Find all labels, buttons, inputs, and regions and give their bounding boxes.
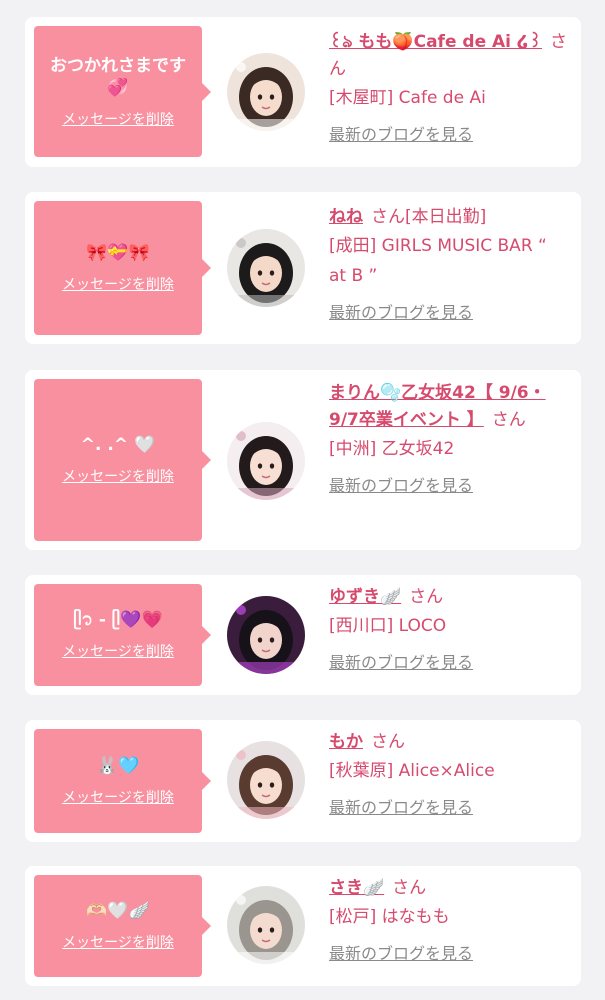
message-list: おつかれさまです💞 メッセージを削除 ꒰ঌ もも🍑Cafe de Ai ໒꒱ さん [木… — [0, 0, 605, 1000]
shop-name: [西川口] LOCO — [329, 616, 447, 636]
shop-name: [木屋町] Cafe de Ai — [329, 88, 486, 108]
message-card: 🫶🏻🤍🪽 メッセージを削除 さき🪽 さん [松戸] はなもも最新のブログを見る — [25, 866, 581, 986]
shop-name: [松戸] はなもも — [329, 907, 450, 927]
message-text: 🫶🏻🤍🪽 — [86, 901, 150, 921]
avatar[interactable] — [227, 886, 305, 964]
delete-message-link[interactable]: メッセージを削除 — [62, 109, 174, 129]
latest-blog-link[interactable]: 最新のブログを見る — [329, 299, 473, 323]
honorific: さん — [491, 410, 526, 430]
message-card: 🐰🩵 メッセージを削除 もか さん [秋葉原] Alice×Alice 最新のブログを見る — [25, 720, 581, 842]
shop-name: [中洲] 乙女坂42 — [329, 439, 455, 459]
message-card: ^. .^ 🤍 メッセージを削除 まりん🫧乙女坂42【 9/6・9/7卒業イベント … — [25, 370, 581, 550]
message-card: おつかれさまです💞 メッセージを削除 ꒰ঌ もも🍑Cafe de Ai ໒꒱ さん [木… — [25, 17, 581, 167]
delete-message-link[interactable]: メッセージを削除 — [62, 932, 174, 952]
honorific: さん — [409, 587, 444, 607]
cast-name-link[interactable]: さき🪽 — [329, 878, 384, 898]
avatar[interactable] — [227, 596, 305, 674]
delete-message-link[interactable]: メッセージを削除 — [62, 641, 174, 661]
cast-status: [本日出勤] — [405, 207, 487, 227]
cast-name-link[interactable]: ゆずき🪽 — [329, 587, 401, 607]
cast-name-line: まりん🫧乙女坂42【 9/6・9/7卒業イベント 】さん — [329, 380, 569, 434]
latest-blog-link[interactable]: 最新のブログを見る — [329, 649, 473, 673]
message-text: 🐰🩵 — [96, 756, 140, 776]
avatar[interactable] — [227, 422, 305, 500]
shop-name: [秋葉原] Alice×Alice — [329, 761, 495, 781]
avatar[interactable] — [227, 53, 305, 131]
message-card: ᥫ᭡ - ᥫ💜💗 メッセージを削除 ゆずき🪽 さん [西川口] LOCO 最新のブログを見… — [25, 575, 581, 695]
latest-blog-link[interactable]: 最新のブログを見る — [329, 472, 473, 496]
message-bubble: 🎀💝🎀 メッセージを削除 — [34, 201, 211, 335]
avatar[interactable] — [227, 741, 305, 819]
delete-message-link[interactable]: メッセージを削除 — [62, 466, 174, 486]
latest-blog-link[interactable]: 最新のブログを見る — [329, 121, 473, 145]
cast-name-line: ゆずき🪽 さん — [329, 584, 569, 611]
message-bubble: 🐰🩵 メッセージを削除 — [34, 729, 211, 833]
cast-info: ゆずき🪽 さん [西川口] LOCO 最新のブログを見る — [329, 584, 569, 673]
latest-blog-link[interactable]: 最新のブログを見る — [329, 940, 473, 964]
cast-info: ねね さん[本日出勤] [成田] GIRLS MUSIC BAR “ at B ” 最… — [329, 204, 569, 323]
message-bubble: おつかれさまです💞 メッセージを削除 — [34, 26, 211, 157]
latest-blog-link[interactable]: 最新のブログを見る — [329, 794, 473, 818]
girl-avatar-gray-hair-icon — [227, 886, 305, 964]
girl-avatar-cat-ears-icon — [227, 53, 305, 131]
message-text: おつかれさまです💞 — [50, 55, 186, 98]
cast-name-line: さき🪽 さん — [329, 875, 569, 902]
delete-message-link[interactable]: メッセージを削除 — [62, 787, 174, 807]
girl-avatar-neon-icon — [227, 596, 305, 674]
cast-name-line: もか さん — [329, 729, 569, 756]
delete-message-link[interactable]: メッセージを削除 — [62, 274, 174, 294]
cast-name-link[interactable]: もか — [329, 732, 363, 752]
shop-name: [成田] GIRLS MUSIC BAR “ at B ” — [329, 236, 547, 286]
girl-avatar-maid-icon — [227, 422, 305, 500]
cast-info: さき🪽 さん [松戸] はなもも最新のブログを見る — [329, 875, 569, 964]
cast-name-line: ねね さん[本日出勤] — [329, 204, 569, 231]
honorific: さん — [392, 878, 427, 898]
message-text: ^. .^ 🤍 — [80, 435, 156, 455]
avatar[interactable] — [227, 229, 305, 307]
message-text: 🎀💝🎀 — [86, 243, 150, 263]
honorific: さん — [371, 207, 405, 227]
message-bubble: 🫶🏻🤍🪽 メッセージを削除 — [34, 875, 211, 977]
cast-info: もか さん [秋葉原] Alice×Alice 最新のブログを見る — [329, 729, 569, 818]
message-bubble: ^. .^ 🤍 メッセージを削除 — [34, 379, 211, 541]
cast-name-link[interactable]: ꒰ঌ もも🍑Cafe de Ai ໒꒱ — [329, 32, 542, 52]
cast-info: ꒰ঌ もも🍑Cafe de Ai ໒꒱ さん [木屋町] Cafe de Ai 最新の… — [329, 29, 569, 145]
message-card: 🎀💝🎀 メッセージを削除 ねね さん[本日出勤] [成田] GIRLS MUSIC BA… — [25, 192, 581, 344]
message-text: ᥫ᭡ - ᥫ💜💗 — [73, 610, 163, 630]
honorific: さん — [371, 732, 405, 752]
cast-name-link[interactable]: ねね — [329, 207, 363, 227]
girl-avatar-phone-selfie-icon — [227, 229, 305, 307]
cast-name-line: ꒰ঌ もも🍑Cafe de Ai ໒꒱ さん — [329, 29, 569, 83]
girl-avatar-pigtails-icon — [227, 741, 305, 819]
message-bubble: ᥫ᭡ - ᥫ💜💗 メッセージを削除 — [34, 584, 211, 686]
cast-info: まりん🫧乙女坂42【 9/6・9/7卒業イベント 】さん [中洲] 乙女坂42 最新… — [329, 380, 569, 496]
